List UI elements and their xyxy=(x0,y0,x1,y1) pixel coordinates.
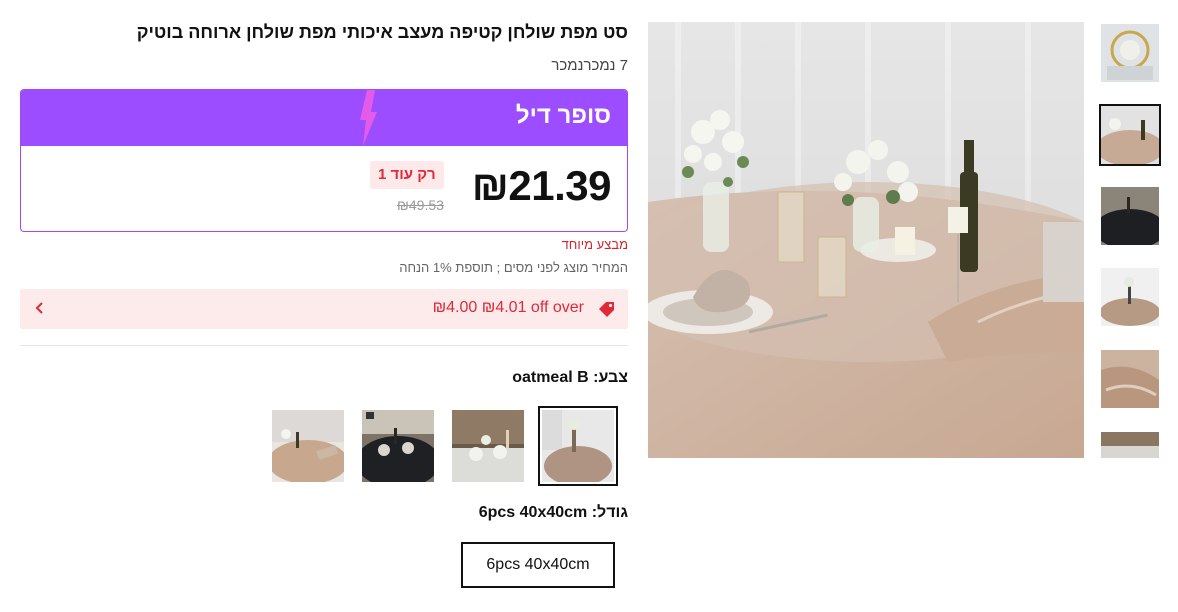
thumbnail-image xyxy=(1101,24,1159,82)
deal-body: ₪21.39 רק עוד 1 ₪49.53 xyxy=(21,146,627,231)
size-label: גודל: 6pcs 40x40cm xyxy=(478,504,628,521)
color-swatch-oatmeal-a[interactable] xyxy=(452,410,524,482)
coupon-text: ₪4.00 ₪4.01 off over xyxy=(432,299,584,316)
current-price: ₪21.39 xyxy=(471,162,612,209)
product-title: סט מפת שולחן קטיפה מעצב איכותי מפת שולחן… xyxy=(136,22,628,42)
thumbnail-image xyxy=(1101,106,1159,164)
color-swatch-oatmeal-c[interactable] xyxy=(272,410,344,482)
coupon-bar[interactable]: ₪4.00 ₪4.01 off over xyxy=(20,289,628,329)
tax-note: המחיר מוצג לפני מסים ; תוספת 1% הנחה xyxy=(399,260,628,275)
main-product-image xyxy=(648,22,1084,458)
color-label: צבע: oatmeal B xyxy=(512,369,628,386)
swatch-image xyxy=(452,410,524,482)
stock-badge: רק עוד 1 xyxy=(370,161,444,189)
thumbnail-image xyxy=(1101,350,1159,408)
divider xyxy=(20,345,628,346)
swatch-image xyxy=(362,410,434,482)
thumbnail-6[interactable] xyxy=(1101,432,1159,458)
thumbnail-3[interactable] xyxy=(1101,187,1159,245)
thumbnail-image xyxy=(1101,187,1159,245)
swatch-image xyxy=(542,410,614,482)
thumbnail-1[interactable] xyxy=(1101,24,1159,82)
color-swatch-oatmeal-b[interactable] xyxy=(538,406,618,486)
thumbnail-5[interactable] xyxy=(1101,350,1159,408)
sold-count: 7 נמכרנמכר xyxy=(551,57,628,74)
color-swatch-black[interactable] xyxy=(362,410,434,482)
tag-icon xyxy=(599,302,614,317)
original-price: ₪49.53 xyxy=(397,197,444,213)
lightning-icon xyxy=(360,90,377,146)
tablecloth-photo xyxy=(648,22,1084,458)
thumbnail-image xyxy=(1101,268,1159,326)
super-deal-box: סופר דיל ₪21.39 רק עוד 1 ₪49.53 xyxy=(20,89,628,232)
swatch-image xyxy=(272,410,344,482)
thumbnail-2[interactable] xyxy=(1099,104,1161,166)
thumbnail-4[interactable] xyxy=(1101,268,1159,326)
deal-header: סופר דיל xyxy=(21,90,627,146)
size-option-button[interactable]: 6pcs 40x40cm xyxy=(461,542,615,588)
special-offer-label: מבצע מיוחד xyxy=(561,237,628,252)
thumbnail-image xyxy=(1101,432,1159,458)
deal-title: סופר דיל xyxy=(515,102,611,129)
chevron-left-icon[interactable] xyxy=(34,299,46,317)
